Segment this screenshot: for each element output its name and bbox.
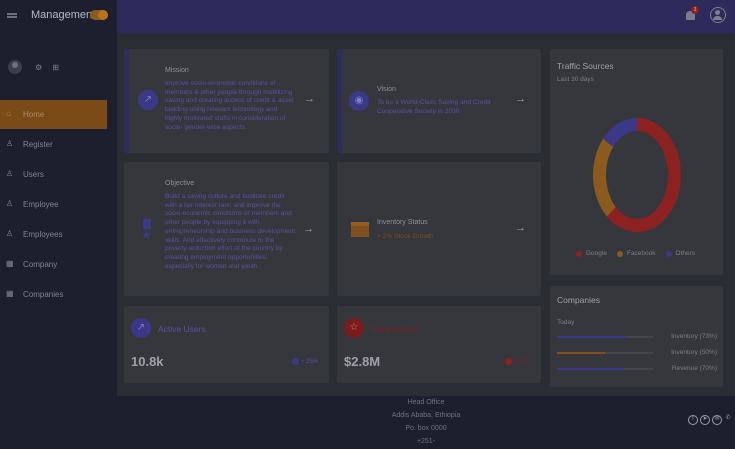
active-users-change: + 25% <box>292 358 318 365</box>
sidebar-item-label: Companies <box>23 290 64 299</box>
legend-google: Google <box>576 250 607 257</box>
person-add-icon: ♙ <box>6 139 14 148</box>
sidebar-item-label: Home <box>23 110 45 119</box>
vision-text: To be a World-Class Saving and Credit Coo… <box>377 99 491 115</box>
traffic-subtitle: Last 30 days <box>557 76 594 83</box>
sidebar-item-register[interactable]: ♙ Register <box>0 130 107 159</box>
mission-text: Improve socio-economic conditions of memb… <box>165 80 294 131</box>
building-icon: ▦ <box>6 289 14 298</box>
home-icon: ⌂ <box>6 109 11 118</box>
donut-slice-others <box>603 118 637 147</box>
sidebar-item-label: Company <box>23 260 58 269</box>
traffic-title: Traffic Sources <box>557 61 614 71</box>
transactions-value: $2.8M <box>344 354 381 369</box>
footer-phone: +251- <box>416 438 436 445</box>
email-icon[interactable]: ✉ <box>712 415 722 425</box>
transactions-title: Transactions <box>370 324 419 334</box>
transactions-change: - 55% <box>505 358 530 365</box>
sidebar-item-users[interactable]: ♙ Users <box>0 160 107 189</box>
sidebar-item-label: Employees <box>23 230 63 239</box>
eye-icon: ◉ <box>349 91 369 111</box>
star-icon: ☆ <box>344 318 364 338</box>
objective-label: Objective <box>165 180 195 187</box>
transactions-card[interactable]: ☆ Transactions $2.8M - 55% <box>337 306 541 383</box>
profile-actions[interactable]: ⚙ ⊞ <box>35 63 63 72</box>
mission-card[interactable]: Mission ↗ Improve socio-economic conditi… <box>124 49 329 153</box>
top-bar <box>117 0 735 33</box>
person-add-icon: ♙ <box>6 199 14 208</box>
sidebar-item-companies[interactable]: ▦ Companies <box>0 280 107 309</box>
companies-period: Today <box>557 319 575 326</box>
sidebar-item-employees[interactable]: ♙ Employees <box>0 220 107 249</box>
inventory-card[interactable]: Inventory Status + 2% Stock Growth → <box>337 162 541 296</box>
footer: Head Office Addis Ababa, Ethiopia Po. bo… <box>117 396 735 449</box>
brand-bar: Management <box>0 0 117 32</box>
sidebar-item-label: Employee <box>23 200 59 209</box>
footer-city: Addis Ababa, Ethiopia <box>391 412 461 419</box>
vision-card[interactable]: Vision ◉ To be a World-Class Saving and … <box>337 49 541 153</box>
progress-fill <box>557 336 628 338</box>
legend-others: Others <box>665 250 695 257</box>
active-users-card[interactable]: ↗ Active Users 10.8k + 25% <box>124 306 329 383</box>
traffic-donut-chart <box>593 118 681 232</box>
group-icon: ♙ <box>6 229 14 238</box>
company-row-label: Inventory (73%) <box>671 333 717 340</box>
sidebar-item-home[interactable]: ⌂ Home <box>0 100 107 129</box>
donut-slice-facebook <box>593 138 616 217</box>
companies-title: Companies <box>557 295 600 305</box>
company-row: Inventory (73%) <box>557 333 717 343</box>
sidebar-item-label: Register <box>23 140 53 149</box>
profile-avatar[interactable] <box>8 60 22 74</box>
theme-toggle[interactable] <box>90 10 108 20</box>
facebook-dot <box>616 250 623 257</box>
sidebar: Management ⚙ ⊞ ⌂ Home ♙ Register ♙ Users ♙ Empl… <box>0 0 117 449</box>
traffic-legend: Google Facebook Others <box>576 250 695 257</box>
active-users-value: 10.8k <box>131 354 164 369</box>
menu-icon[interactable] <box>7 13 17 18</box>
vision-arrow-icon[interactable]: → <box>515 93 526 105</box>
store-icon <box>351 222 369 237</box>
person-icon: ♙ <box>6 169 14 178</box>
progress-fill <box>557 368 625 370</box>
others-dot <box>665 250 672 257</box>
app-title: Management <box>31 9 96 21</box>
company-row: Revenue (70%) <box>557 365 717 375</box>
up-dot-icon <box>292 358 299 365</box>
trending-up-icon: ↗ <box>131 318 151 338</box>
telegram-icon[interactable]: ➤ <box>700 415 710 425</box>
objective-card[interactable]: Objective ★ Build a saving culture and f… <box>124 162 329 296</box>
facebook-icon[interactable]: f <box>688 415 698 425</box>
objective-text: Build a saving culture and facilitate cr… <box>165 193 296 270</box>
google-dot <box>576 250 582 257</box>
progress-fill <box>557 352 605 354</box>
transactions-change-text: - 55% <box>514 358 530 365</box>
inventory-arrow-icon[interactable]: → <box>515 222 526 234</box>
sidebar-item-employee[interactable]: ♙ Employee <box>0 190 107 219</box>
inventory-label: Inventory Status <box>377 219 428 226</box>
company-row-label: Revenue (70%) <box>671 365 717 372</box>
sidebar-item-label: Users <box>23 170 44 179</box>
notification-button[interactable]: 3 <box>686 6 699 21</box>
medal-icon: ★ <box>141 219 153 242</box>
objective-arrow-icon[interactable]: → <box>303 223 314 235</box>
company-row-label: Inventory (50%) <box>671 349 717 356</box>
account-icon[interactable] <box>710 7 726 23</box>
building-icon: ▦ <box>6 259 14 268</box>
down-dot-icon <box>505 358 512 365</box>
notification-badge: 3 <box>691 6 699 14</box>
active-users-change-text: + 25% <box>301 358 319 365</box>
mission-label: Mission <box>165 67 189 74</box>
mission-arrow-icon[interactable]: → <box>304 93 315 105</box>
vision-label: Vision <box>377 86 396 93</box>
inventory-value: + 2% Stock Growth <box>377 233 434 240</box>
active-users-title: Active Users <box>158 324 206 334</box>
sidebar-item-company[interactable]: ▦ Company <box>0 250 107 279</box>
company-row: Inventory (50%) <box>557 349 717 359</box>
phone-icon[interactable]: ✆ <box>723 415 733 425</box>
footer-office: Head Office <box>407 399 445 406</box>
trending-icon: ↗ <box>138 90 158 110</box>
legend-facebook: Facebook <box>616 250 656 257</box>
footer-pobox: Po. box 0000 <box>405 425 447 432</box>
